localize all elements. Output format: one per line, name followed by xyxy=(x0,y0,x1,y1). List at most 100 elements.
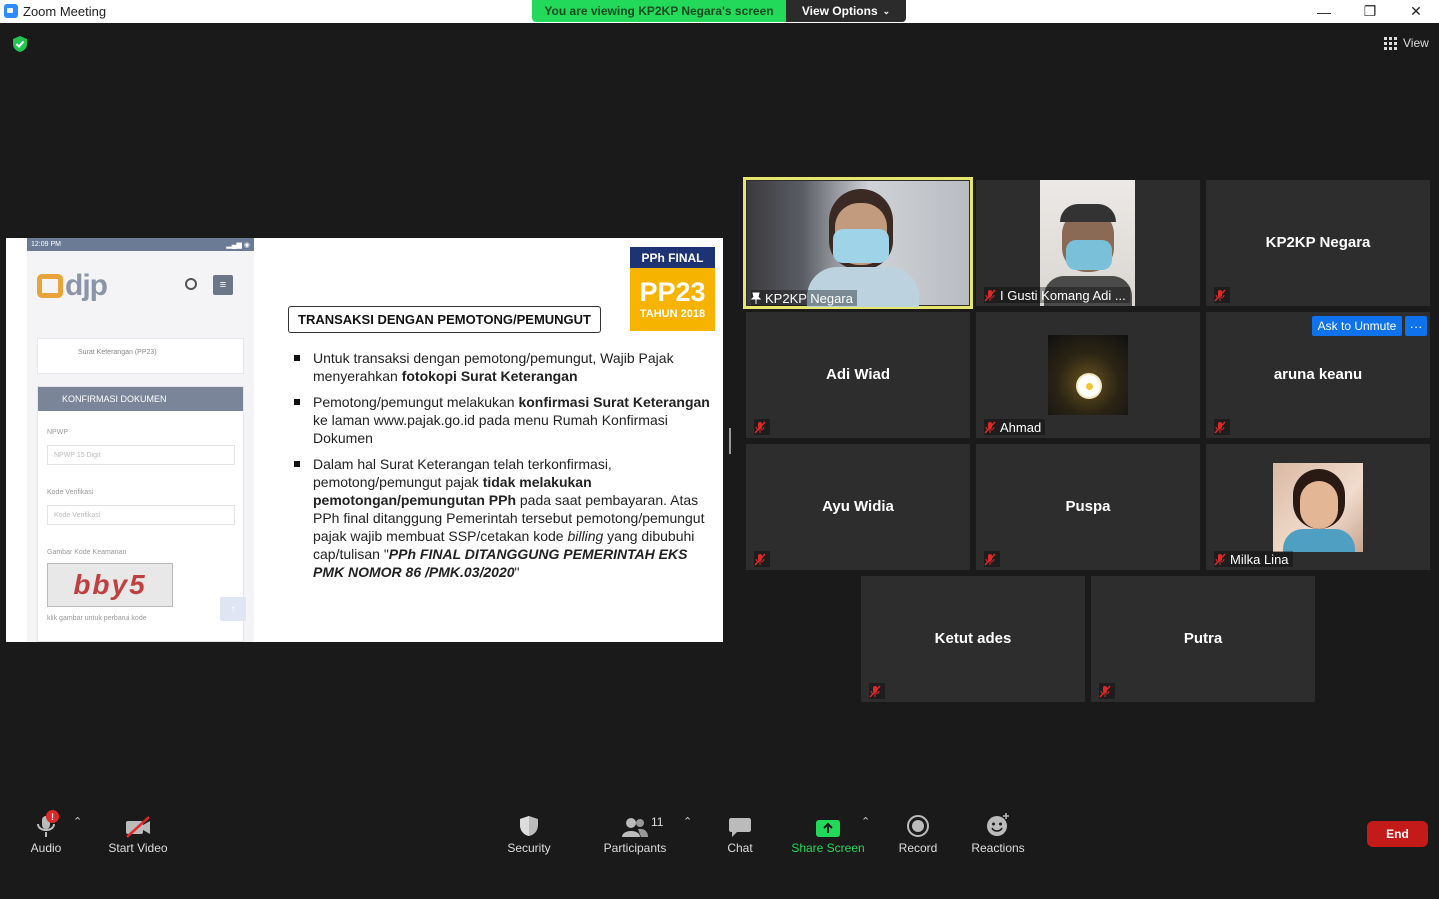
captcha-label: Gambar Kode Keamanan xyxy=(47,549,127,556)
participant-tile-ahmad[interactable]: Ahmad xyxy=(976,312,1200,438)
security-label: Security xyxy=(507,841,551,855)
participant-name-label: KP2KP Negara xyxy=(751,290,857,306)
participant-tile-milka-lina[interactable]: Milka Lina xyxy=(1206,444,1430,570)
badge-year: TAHUN 2018 xyxy=(639,308,706,320)
participant-name-label: Milka Lina xyxy=(1214,551,1293,567)
start-video-button[interactable]: Start Video xyxy=(106,810,170,855)
participant-tile-kp2kp-negara-video[interactable]: KP2KP Negara xyxy=(743,177,973,309)
badge-top: PPh FINAL xyxy=(630,247,715,268)
participant-name-label: I Gusti Komang Adi ... xyxy=(984,287,1130,303)
view-label: View xyxy=(1403,36,1429,50)
participant-mute-label xyxy=(869,683,885,699)
participant-name: Ayu Widia xyxy=(822,498,894,515)
participant-name: KP2KP Negara xyxy=(1265,234,1371,251)
minimize-button[interactable]: — xyxy=(1301,0,1347,23)
record-button[interactable]: Record xyxy=(897,810,939,855)
npwp-field: NPWP 15 Digit xyxy=(47,445,235,465)
participant-tile-i-gusti-komang[interactable]: I Gusti Komang Adi ... xyxy=(976,180,1200,306)
chat-icon xyxy=(729,818,751,837)
npwp-label: NPWP xyxy=(47,429,68,436)
reactions-label: Reactions xyxy=(971,841,1025,855)
share-options-caret[interactable]: ⌃ xyxy=(861,815,870,828)
participant-name: Putra xyxy=(1183,630,1223,647)
search-icon xyxy=(185,278,197,290)
audio-alert-badge: ! xyxy=(46,810,59,823)
participants-count: 11 xyxy=(651,815,664,829)
slide-title: TRANSAKSI DENGAN PEMOTONG/PEMUNGUT xyxy=(288,306,601,333)
ask-to-unmute-button[interactable]: Ask to Unmute xyxy=(1312,316,1402,336)
grid-icon xyxy=(1384,36,1397,50)
badge-big: PP23 xyxy=(639,277,706,307)
more-options-button[interactable]: ··· xyxy=(1405,316,1427,336)
participant-tile-kp2kp-negara[interactable]: KP2KP Negara xyxy=(1206,180,1430,306)
people-icon xyxy=(622,818,648,837)
participant-name: Ketut ades xyxy=(934,630,1012,647)
shared-screen: 12:09 PM ▂▄▆ ◉ djp ≡ Surat Keterangan (P… xyxy=(6,238,723,642)
zoom-app-icon xyxy=(4,4,18,18)
resize-handle[interactable] xyxy=(729,428,731,454)
chat-button[interactable]: Chat xyxy=(722,810,758,855)
audio-options-caret[interactable]: ⌃ xyxy=(73,815,82,828)
phone-status-bar: 12:09 PM ▂▄▆ ◉ xyxy=(27,238,254,251)
end-meeting-button[interactable]: End xyxy=(1367,821,1428,847)
participant-name: Puspa xyxy=(1065,498,1111,515)
pph-final-badge: PPh FINAL PP23 TAHUN 2018 xyxy=(630,247,715,331)
mic-muted-icon xyxy=(1214,420,1226,434)
phone-breadcrumb: Surat Keterangan (PP23) xyxy=(37,338,244,374)
mic-muted-icon xyxy=(984,420,996,434)
record-icon xyxy=(907,815,929,837)
participant-tile-adi-wiad[interactable]: Adi Wiad xyxy=(746,312,970,438)
pin-icon xyxy=(751,292,761,304)
participants-label: Participants xyxy=(603,841,667,855)
participant-avatar xyxy=(1273,463,1363,552)
close-button[interactable]: ✕ xyxy=(1393,0,1439,23)
participant-tile-ayu-widia[interactable]: Ayu Widia xyxy=(746,444,970,570)
participant-name-label: Ahmad xyxy=(984,419,1046,435)
participant-mute-label xyxy=(1214,287,1230,303)
restore-button[interactable]: ❐ xyxy=(1347,0,1393,23)
view-layout-button[interactable]: View xyxy=(1378,32,1430,54)
share-screen-button[interactable]: Share Screen xyxy=(791,810,865,855)
phone-card-header: KONFIRMASI DOKUMEN xyxy=(38,387,243,411)
participant-name: Adi Wiad xyxy=(825,366,891,383)
chat-label: Chat xyxy=(727,841,753,855)
participant-mute-label xyxy=(984,551,1000,567)
participant-tile-putra[interactable]: Putra xyxy=(1091,576,1315,702)
reactions-button[interactable]: Reactions xyxy=(971,810,1025,855)
bullet-1: Untuk transaksi dengan pemotong/pemungut… xyxy=(292,349,712,385)
participant-avatar xyxy=(1048,335,1128,415)
bullet-3: Dalam hal Surat Keterangan telah terkonf… xyxy=(292,455,712,581)
participant-video xyxy=(747,181,969,307)
captcha-hint: klik gambar untuk perbarui kode xyxy=(47,615,147,622)
mic-muted-icon xyxy=(984,288,996,302)
security-button[interactable]: Security xyxy=(505,810,553,855)
viewing-banner: You are viewing KP2KP Negara's screen xyxy=(532,0,786,22)
mic-muted-icon xyxy=(1099,684,1111,698)
phone-time: 12:09 PM xyxy=(31,241,61,248)
scroll-up-icon: ↑ xyxy=(220,597,246,621)
kode-label: Kode Verifikasi xyxy=(47,489,94,496)
view-options-button[interactable]: View Options ⌄ xyxy=(786,0,906,22)
view-options-label: View Options xyxy=(801,4,878,18)
audio-label: Audio xyxy=(30,841,62,855)
video-off-icon xyxy=(126,816,150,838)
mic-muted-icon xyxy=(754,552,766,566)
captcha-image: bby5 xyxy=(47,563,173,607)
participant-mute-label xyxy=(754,419,770,435)
kode-field: Kode Verifikasi xyxy=(47,505,235,525)
participant-mute-label xyxy=(1099,683,1115,699)
phone-screenshot: 12:09 PM ▂▄▆ ◉ djp ≡ Surat Keterangan (P… xyxy=(27,238,254,642)
slide-bullets: Untuk transaksi dengan pemotong/pemungut… xyxy=(292,349,712,589)
emoji-plus-icon xyxy=(987,813,1009,836)
djp-logo: djp xyxy=(37,269,108,303)
encryption-shield-icon[interactable] xyxy=(11,35,29,53)
participant-tile-ketut-ades[interactable]: Ketut ades xyxy=(861,576,1085,702)
phone-form-card: KONFIRMASI DOKUMEN NPWP NPWP 15 Digit Ko… xyxy=(37,386,246,642)
zoom-meeting-window: Zoom Meeting — ❐ ✕ You are viewing KP2KP… xyxy=(0,0,1439,899)
participants-options-caret[interactable]: ⌃ xyxy=(683,815,692,828)
phone-status-icons: ▂▄▆ ◉ xyxy=(226,241,250,249)
mic-muted-icon xyxy=(754,420,766,434)
participant-tile-puspa[interactable]: Puspa xyxy=(976,444,1200,570)
mic-muted-icon xyxy=(1214,552,1226,566)
window-title: Zoom Meeting xyxy=(23,4,107,19)
